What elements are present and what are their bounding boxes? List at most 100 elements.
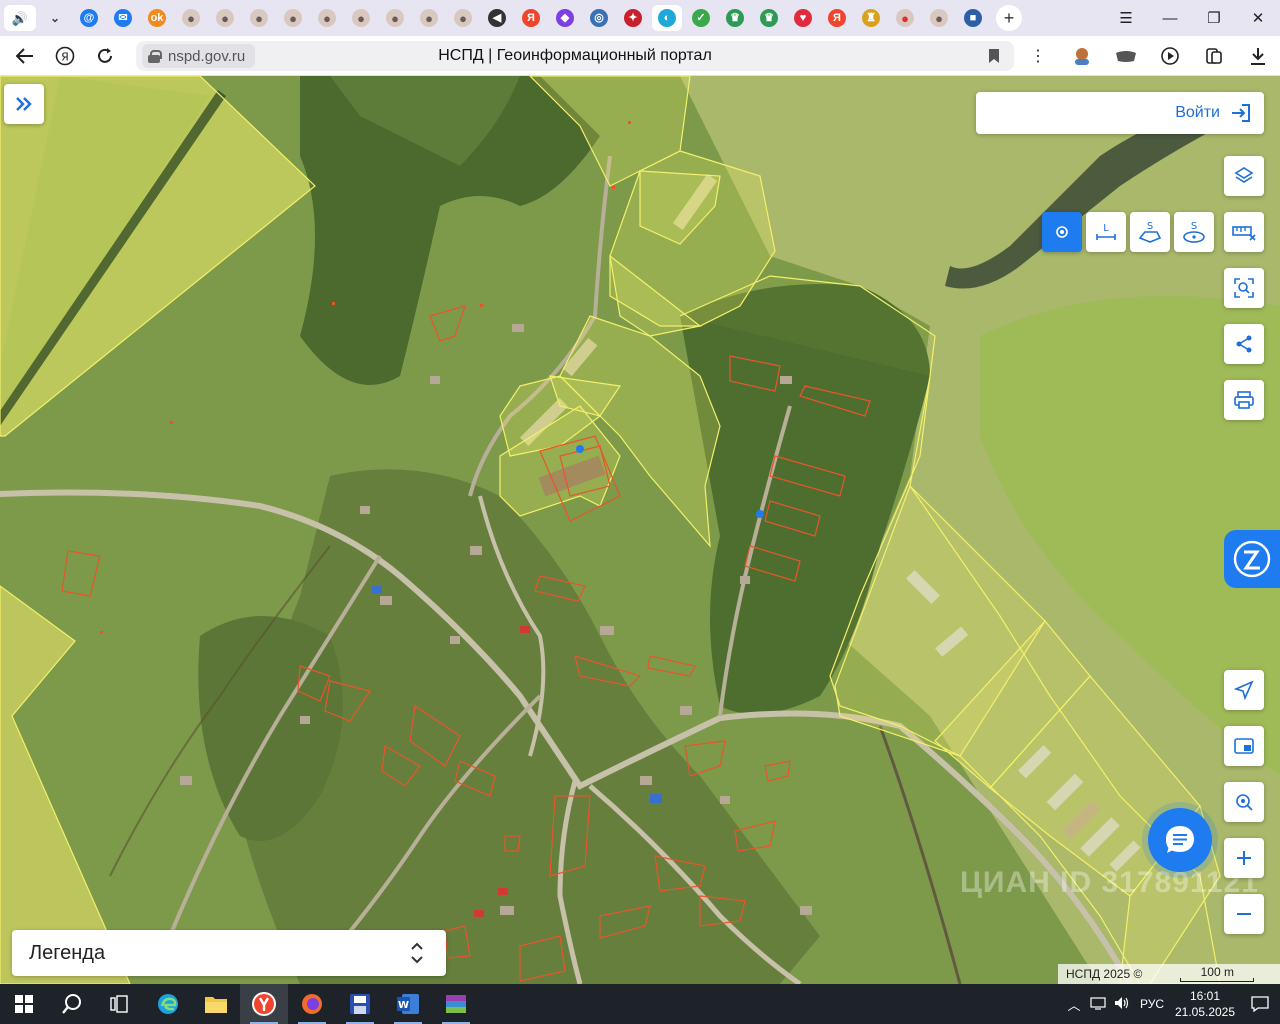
scale-bar: 100 m	[1180, 966, 1255, 982]
share-button[interactable]	[1224, 324, 1264, 364]
tray-chevron-up-icon[interactable]: ︿	[1062, 995, 1086, 1014]
avatar-tab-2-favicon-icon: ●	[216, 9, 234, 27]
input-language[interactable]: РУС	[1134, 997, 1170, 1011]
avatar-tab-10[interactable]: ●	[924, 5, 954, 31]
mail-at-tab-favicon-icon: @	[80, 9, 98, 27]
yandex-tab-2[interactable]: Я	[822, 5, 852, 31]
print-button[interactable]	[1224, 380, 1264, 420]
heart-tab[interactable]: ♥	[788, 5, 818, 31]
object-search-button[interactable]	[1224, 268, 1264, 308]
avatar-tab-8-favicon-icon: ●	[420, 9, 438, 27]
briefcase-tab[interactable]: ■	[958, 5, 988, 31]
chat-button[interactable]	[1148, 808, 1212, 872]
sound-tab[interactable]: 🔊	[4, 5, 36, 31]
green-emblem-tab-2-favicon-icon: ♛	[760, 9, 778, 27]
avatar-tab-1-favicon-icon: ●	[182, 9, 200, 27]
avatar-tab-7[interactable]: ●	[380, 5, 410, 31]
browser-menu-icon[interactable]: ☰	[1104, 0, 1148, 36]
search-button[interactable]	[48, 984, 96, 1024]
audio-tab[interactable]: ◀	[482, 5, 512, 31]
avatar-tab-4[interactable]: ●	[278, 5, 308, 31]
emblem-tab[interactable]: ◎	[584, 5, 614, 31]
crest-tab[interactable]: ♜	[856, 5, 886, 31]
briefcase-tab-favicon-icon: ■	[964, 9, 982, 27]
new-tab-button[interactable]: +	[996, 5, 1022, 31]
avatar-tab-8[interactable]: ●	[414, 5, 444, 31]
winrar-taskbar-icon[interactable]	[432, 984, 480, 1024]
gosuslugi-widget-tab[interactable]	[1224, 530, 1280, 588]
firefox-taskbar-icon[interactable]	[288, 984, 336, 1024]
zoom-to-area-button[interactable]	[1224, 782, 1264, 822]
collections-icon[interactable]	[1192, 36, 1236, 76]
extension-avatar-icon[interactable]	[1060, 36, 1104, 76]
edge-taskbar-icon[interactable]	[144, 984, 192, 1024]
nspd-tab[interactable]: ◐	[652, 5, 682, 31]
length-measure-tool[interactable]: L	[1086, 212, 1126, 252]
area-measure-tool[interactable]: S	[1130, 212, 1170, 252]
mail-envelope-tab[interactable]: ✉	[108, 5, 138, 31]
download-icon[interactable]	[1236, 36, 1280, 76]
volume-icon[interactable]	[1110, 996, 1134, 1013]
lock-icon	[148, 49, 162, 63]
yandex-browser-taskbar-icon[interactable]	[240, 984, 288, 1024]
zoom-out-button[interactable]	[1224, 894, 1264, 934]
maps-pin-tab[interactable]: ●	[890, 5, 920, 31]
clear-measure-button[interactable]	[1224, 212, 1264, 252]
hat-extension-icon[interactable]	[1104, 36, 1148, 76]
avatar-tab-1[interactable]: ●	[176, 5, 206, 31]
start-button[interactable]	[0, 984, 48, 1024]
check-tab[interactable]: ✓	[686, 5, 716, 31]
tabs-dropdown[interactable]: ⌄	[40, 5, 70, 31]
close-icon[interactable]: ✕	[1236, 0, 1280, 36]
avatar-tab-5[interactable]: ●	[312, 5, 342, 31]
network-icon[interactable]	[1086, 996, 1110, 1013]
point-measure-tool[interactable]	[1042, 212, 1082, 252]
avatar-tab-9[interactable]: ●	[448, 5, 478, 31]
yandex-home-icon[interactable]: Я	[50, 41, 80, 71]
restore-icon[interactable]: ❐	[1192, 0, 1236, 36]
back-arrow-icon[interactable]	[10, 41, 40, 71]
chat-bubble-icon	[1166, 826, 1194, 853]
bookmark-icon[interactable]	[988, 48, 1000, 64]
more-options-icon[interactable]: ⋮	[1016, 36, 1060, 76]
double-chevron-right-icon	[16, 97, 32, 111]
legend-toggle[interactable]: Легенда	[12, 930, 446, 976]
media-play-icon[interactable]	[1148, 36, 1192, 76]
mail-at-tab[interactable]: @	[74, 5, 104, 31]
avatar-tab-3[interactable]: ●	[244, 5, 274, 31]
avatar-tab-2[interactable]: ●	[210, 5, 240, 31]
green-emblem-tab-2[interactable]: ♛	[754, 5, 784, 31]
gosuslugi-logo-icon	[1233, 540, 1271, 578]
avatar-tab-6[interactable]: ●	[346, 5, 376, 31]
notifications-icon[interactable]	[1240, 996, 1280, 1012]
minimize-icon[interactable]: —	[1148, 0, 1192, 36]
length-tool-label: L	[1103, 223, 1109, 234]
windows-taskbar: W ︿ РУС 16:01 21.05.2025	[0, 984, 1280, 1024]
circle-area-measure-tool[interactable]: S	[1174, 212, 1214, 252]
green-emblem-tab-1[interactable]: ♛	[720, 5, 750, 31]
word-taskbar-icon[interactable]: W	[384, 984, 432, 1024]
task-view-button[interactable]	[96, 984, 144, 1024]
domain-pill[interactable]: nspd.gov.ru	[142, 44, 256, 68]
search-icon	[62, 994, 81, 1014]
reload-icon[interactable]	[90, 41, 120, 71]
clock[interactable]: 16:01 21.05.2025	[1170, 988, 1240, 1020]
map-attribution: НСПД 2025 © 100 m	[1058, 964, 1280, 984]
yandex-tab-1[interactable]: Я	[516, 5, 546, 31]
my-location-button[interactable]	[1224, 670, 1264, 710]
maps-pin-tab-favicon-icon: ●	[896, 9, 914, 27]
expand-panel-button[interactable]	[4, 84, 44, 124]
zoom-in-button[interactable]	[1224, 838, 1264, 878]
red-shield-tab[interactable]: ✦	[618, 5, 648, 31]
layers-button[interactable]	[1224, 156, 1264, 196]
map-canvas[interactable]: ЦИАН ID 317891121 Войти L S S Легенда НС…	[0, 76, 1280, 984]
red-shield-tab-favicon-icon: ✦	[624, 9, 642, 27]
minimap-button[interactable]	[1224, 726, 1264, 766]
share-icon	[1236, 335, 1252, 353]
login-button[interactable]: Войти	[976, 92, 1264, 134]
shield-tab[interactable]: ◆	[550, 5, 580, 31]
url-field[interactable]: nspd.gov.ru НСПД | Геоинформационный пор…	[136, 41, 1014, 71]
save-app-taskbar-icon[interactable]	[336, 984, 384, 1024]
file-explorer-taskbar-icon[interactable]	[192, 984, 240, 1024]
ok-tab[interactable]: ok	[142, 5, 172, 31]
